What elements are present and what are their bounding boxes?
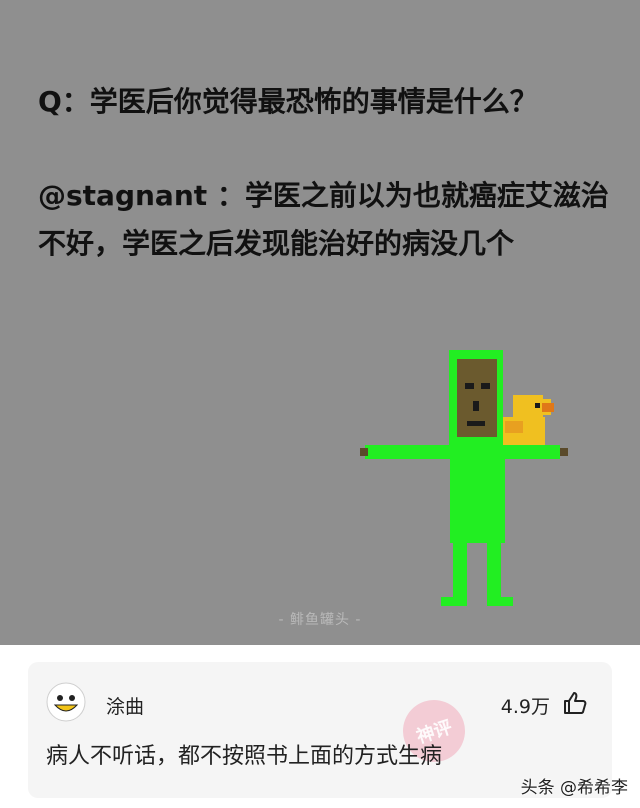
answer-text: @stagnant ：学医之前以为也就癌症艾滋治不好，学医之后发现能治好的病没几… xyxy=(38,179,609,260)
smiling-face-avatar-icon[interactable] xyxy=(46,682,86,722)
source-credit: 头条 @希希李 xyxy=(520,778,628,798)
thumbs-up-icon[interactable] xyxy=(562,690,588,716)
comment-username[interactable]: 涂曲 xyxy=(106,692,144,719)
like-count: 4.9万 xyxy=(500,696,550,718)
watermark: - 鲱鱼罐头 - xyxy=(278,612,362,628)
pixel-man-with-duck-icon xyxy=(360,350,568,606)
comment-text: 病人不听话，都不按照书上面的方式生病 xyxy=(46,744,443,769)
question-text: Q：学医后你觉得最恐怖的事情是什么？ xyxy=(38,85,538,118)
meme-image: Q：学医后你觉得最恐怖的事情是什么？ @stagnant ：学医之前以为也就癌症… xyxy=(0,0,640,645)
